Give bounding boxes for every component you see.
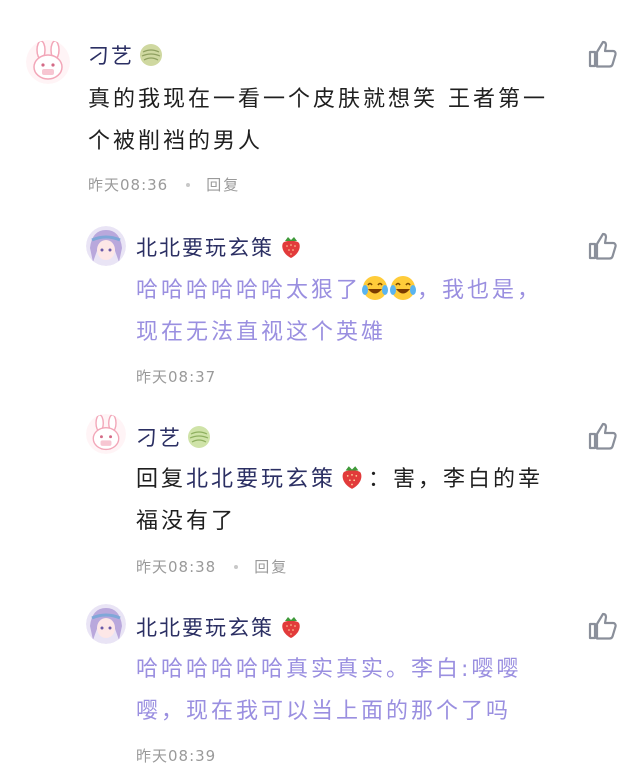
username[interactable]: 北北要玩玄策	[136, 612, 274, 642]
rabbit-avatar-icon	[26, 40, 70, 84]
thumbs-up-icon[interactable]	[586, 38, 618, 70]
timestamp: 昨天08:38	[136, 558, 217, 576]
comment-text-segment: ：害，李白的幸	[368, 467, 544, 492]
comment-text-line: 哈哈哈哈哈哈真实真实。李白:嘤嘤	[136, 657, 522, 682]
username[interactable]: 北北要玩玄策	[136, 232, 274, 262]
avatar-anime-girl[interactable]	[86, 226, 126, 266]
strawberry-icon	[282, 237, 300, 258]
comment-text-line: 福没有了	[136, 509, 237, 534]
melon-icon	[140, 44, 162, 66]
comment-text-line: 回复北北要玩玄策 ：害，李白的幸	[136, 459, 543, 501]
thumbs-up-icon[interactable]	[586, 610, 618, 642]
separator-dot	[186, 182, 191, 187]
comment-text-line: 个被削裆的男人	[88, 129, 264, 154]
username[interactable]: 刁艺	[136, 422, 182, 452]
avatar-rabbit[interactable]	[86, 414, 126, 454]
laughing-crying-emoji-icon	[362, 276, 389, 300]
comment-text: 哈哈哈哈哈哈太狠了 ，我也是， 现在无法直视这个英雄	[136, 270, 542, 354]
comment-text-line: 真的我现在一看一个皮肤就想笑 王者第一	[88, 87, 548, 112]
thumbs-up-icon[interactable]	[586, 420, 618, 452]
strawberry-icon	[282, 617, 300, 638]
separator-dot	[234, 564, 239, 569]
avatar-anime-girl[interactable]	[86, 604, 126, 644]
reply-target-user[interactable]: 北北要玩玄策	[186, 467, 336, 492]
timestamp: 昨天08:36	[88, 176, 169, 194]
melon-icon	[188, 426, 210, 448]
avatar-rabbit[interactable]	[26, 40, 70, 84]
reply-button[interactable]: 回复	[206, 174, 240, 195]
comment-text-line: 现在无法直视这个英雄	[136, 320, 387, 345]
comment-text-line: 嘤，现在我可以当上面的那个了吗	[136, 699, 512, 724]
comment-text-segment: 哈哈哈哈哈哈太狠了	[136, 278, 362, 303]
reply-prefix: 回复	[136, 467, 187, 492]
strawberry-icon	[342, 466, 362, 489]
comment-text: 哈哈哈哈哈哈真实真实。李白:嘤嘤 嘤，现在我可以当上面的那个了吗	[136, 649, 521, 733]
timestamp: 昨天08:37	[136, 368, 217, 386]
reply-button[interactable]: 回复	[254, 556, 288, 577]
thumbs-up-icon[interactable]	[586, 230, 618, 262]
comment-text-line: 哈哈哈哈哈哈太狠了 ，我也是，	[136, 270, 542, 312]
username[interactable]: 刁艺	[88, 40, 134, 70]
laughing-crying-emoji-icon	[390, 276, 417, 300]
anime-girl-avatar-icon	[86, 226, 126, 266]
comment-text-segment: ，我也是，	[417, 278, 543, 303]
timestamp: 昨天08:39	[136, 747, 217, 765]
rabbit-avatar-icon	[86, 414, 126, 454]
comment-text: 回复北北要玩玄策 ：害，李白的幸 福没有了	[136, 459, 543, 543]
comment-text: 真的我现在一看一个皮肤就想笑 王者第一 个被削裆的男人	[88, 79, 548, 163]
anime-girl-avatar-icon	[86, 604, 126, 644]
